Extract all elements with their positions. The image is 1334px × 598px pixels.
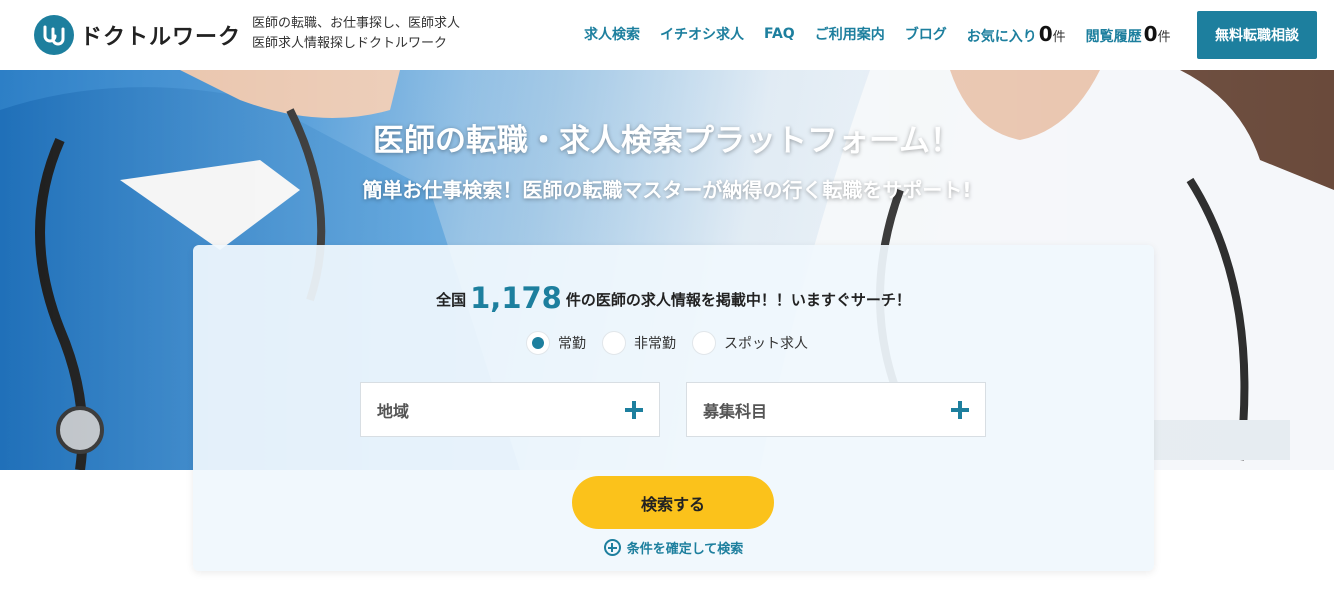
search-button[interactable]: 検索する <box>572 476 774 529</box>
nav-history[interactable]: 閲覧履歴 0件 <box>1086 22 1171 46</box>
region-label: 地域 <box>377 401 410 421</box>
search-card: 全国 1,178 件の医師の求人情報を掲載中！！いますぐサーチ！ 常勤 非常勤 スポ… <box>193 245 1154 571</box>
tagline-line-1: 医師の転職、お仕事探し、医師求人 <box>252 16 461 31</box>
radio-circle-icon[interactable] <box>602 331 626 355</box>
favorites-count: 0 <box>1038 22 1053 46</box>
main-nav: 求人検索 イチオシ求人 FAQ ご利用案内 ブログ お気に入り 0件 閲覧履歴 0件 <box>584 20 1191 48</box>
radio-circle-icon[interactable] <box>692 331 716 355</box>
radio-circle-selected-icon[interactable] <box>526 331 550 355</box>
radio-label-part-time: 非常勤 <box>634 336 676 352</box>
nav-favorites[interactable]: お気に入り 0件 <box>967 22 1066 46</box>
specialty-select[interactable]: 募集科目 <box>686 382 986 437</box>
logo[interactable]: ドクトルワーク <box>34 15 241 55</box>
nav-job-search[interactable]: 求人検索 <box>584 24 640 44</box>
confirm-search-label: 条件を確定して検索 <box>626 542 744 557</box>
radio-label-spot: スポット求人 <box>724 336 808 352</box>
job-count-line: 全国 1,178 件の医師の求人情報を掲載中！！いますぐサーチ！ <box>193 281 1154 315</box>
logo-text: ドクトルワーク <box>80 25 242 50</box>
radio-part-time[interactable]: 非常勤 <box>602 331 676 355</box>
favorites-unit: 件 <box>1052 30 1066 45</box>
site-header: ドクトルワーク 医師の転職、お仕事探し、医師求人 医師求人情報探しドクトルワーク… <box>0 0 1334 70</box>
nav-featured-jobs[interactable]: イチオシ求人 <box>660 24 744 44</box>
radio-full-time[interactable]: 常勤 <box>526 331 586 355</box>
history-count: 0 <box>1143 22 1158 46</box>
nav-guide[interactable]: ご利用案内 <box>815 24 885 44</box>
radio-label-full-time: 常勤 <box>558 336 586 352</box>
favorites-label: お気に入り <box>966 29 1037 45</box>
hero-subtitle: 簡単お仕事検索！医師の転職マスターが納得の行く転職をサポート! <box>362 178 972 202</box>
nav-blog[interactable]: ブログ <box>905 24 947 44</box>
region-select[interactable]: 地域 <box>360 382 660 437</box>
tagline-line-2: 医師求人情報探しドクトルワーク <box>252 36 448 51</box>
plus-icon <box>951 401 969 419</box>
logo-mark-icon <box>34 15 74 55</box>
history-label: 閲覧履歴 <box>1085 29 1142 45</box>
specialty-label: 募集科目 <box>703 401 768 421</box>
hero-title: 医師の転職・求人検索プラットフォーム！ <box>372 123 962 159</box>
free-consultation-button[interactable]: 無料転職相談 <box>1197 11 1317 59</box>
tagline: 医師の転職、お仕事探し、医師求人 医師求人情報探しドクトルワーク <box>252 14 482 54</box>
history-unit: 件 <box>1157 30 1171 45</box>
count-prefix: 全国 <box>436 291 467 309</box>
nav-faq[interactable]: FAQ <box>764 26 795 42</box>
confirm-search-link[interactable]: 条件を確定して検索 <box>193 538 1154 557</box>
job-count: 1,178 <box>470 281 562 315</box>
employment-type-radios: 常勤 非常勤 スポット求人 <box>526 331 824 355</box>
radio-spot[interactable]: スポット求人 <box>692 331 808 355</box>
plus-icon <box>625 401 643 419</box>
count-suffix: 件の医師の求人情報を掲載中！！いますぐサーチ！ <box>565 291 911 309</box>
plus-circle-icon <box>603 539 621 556</box>
